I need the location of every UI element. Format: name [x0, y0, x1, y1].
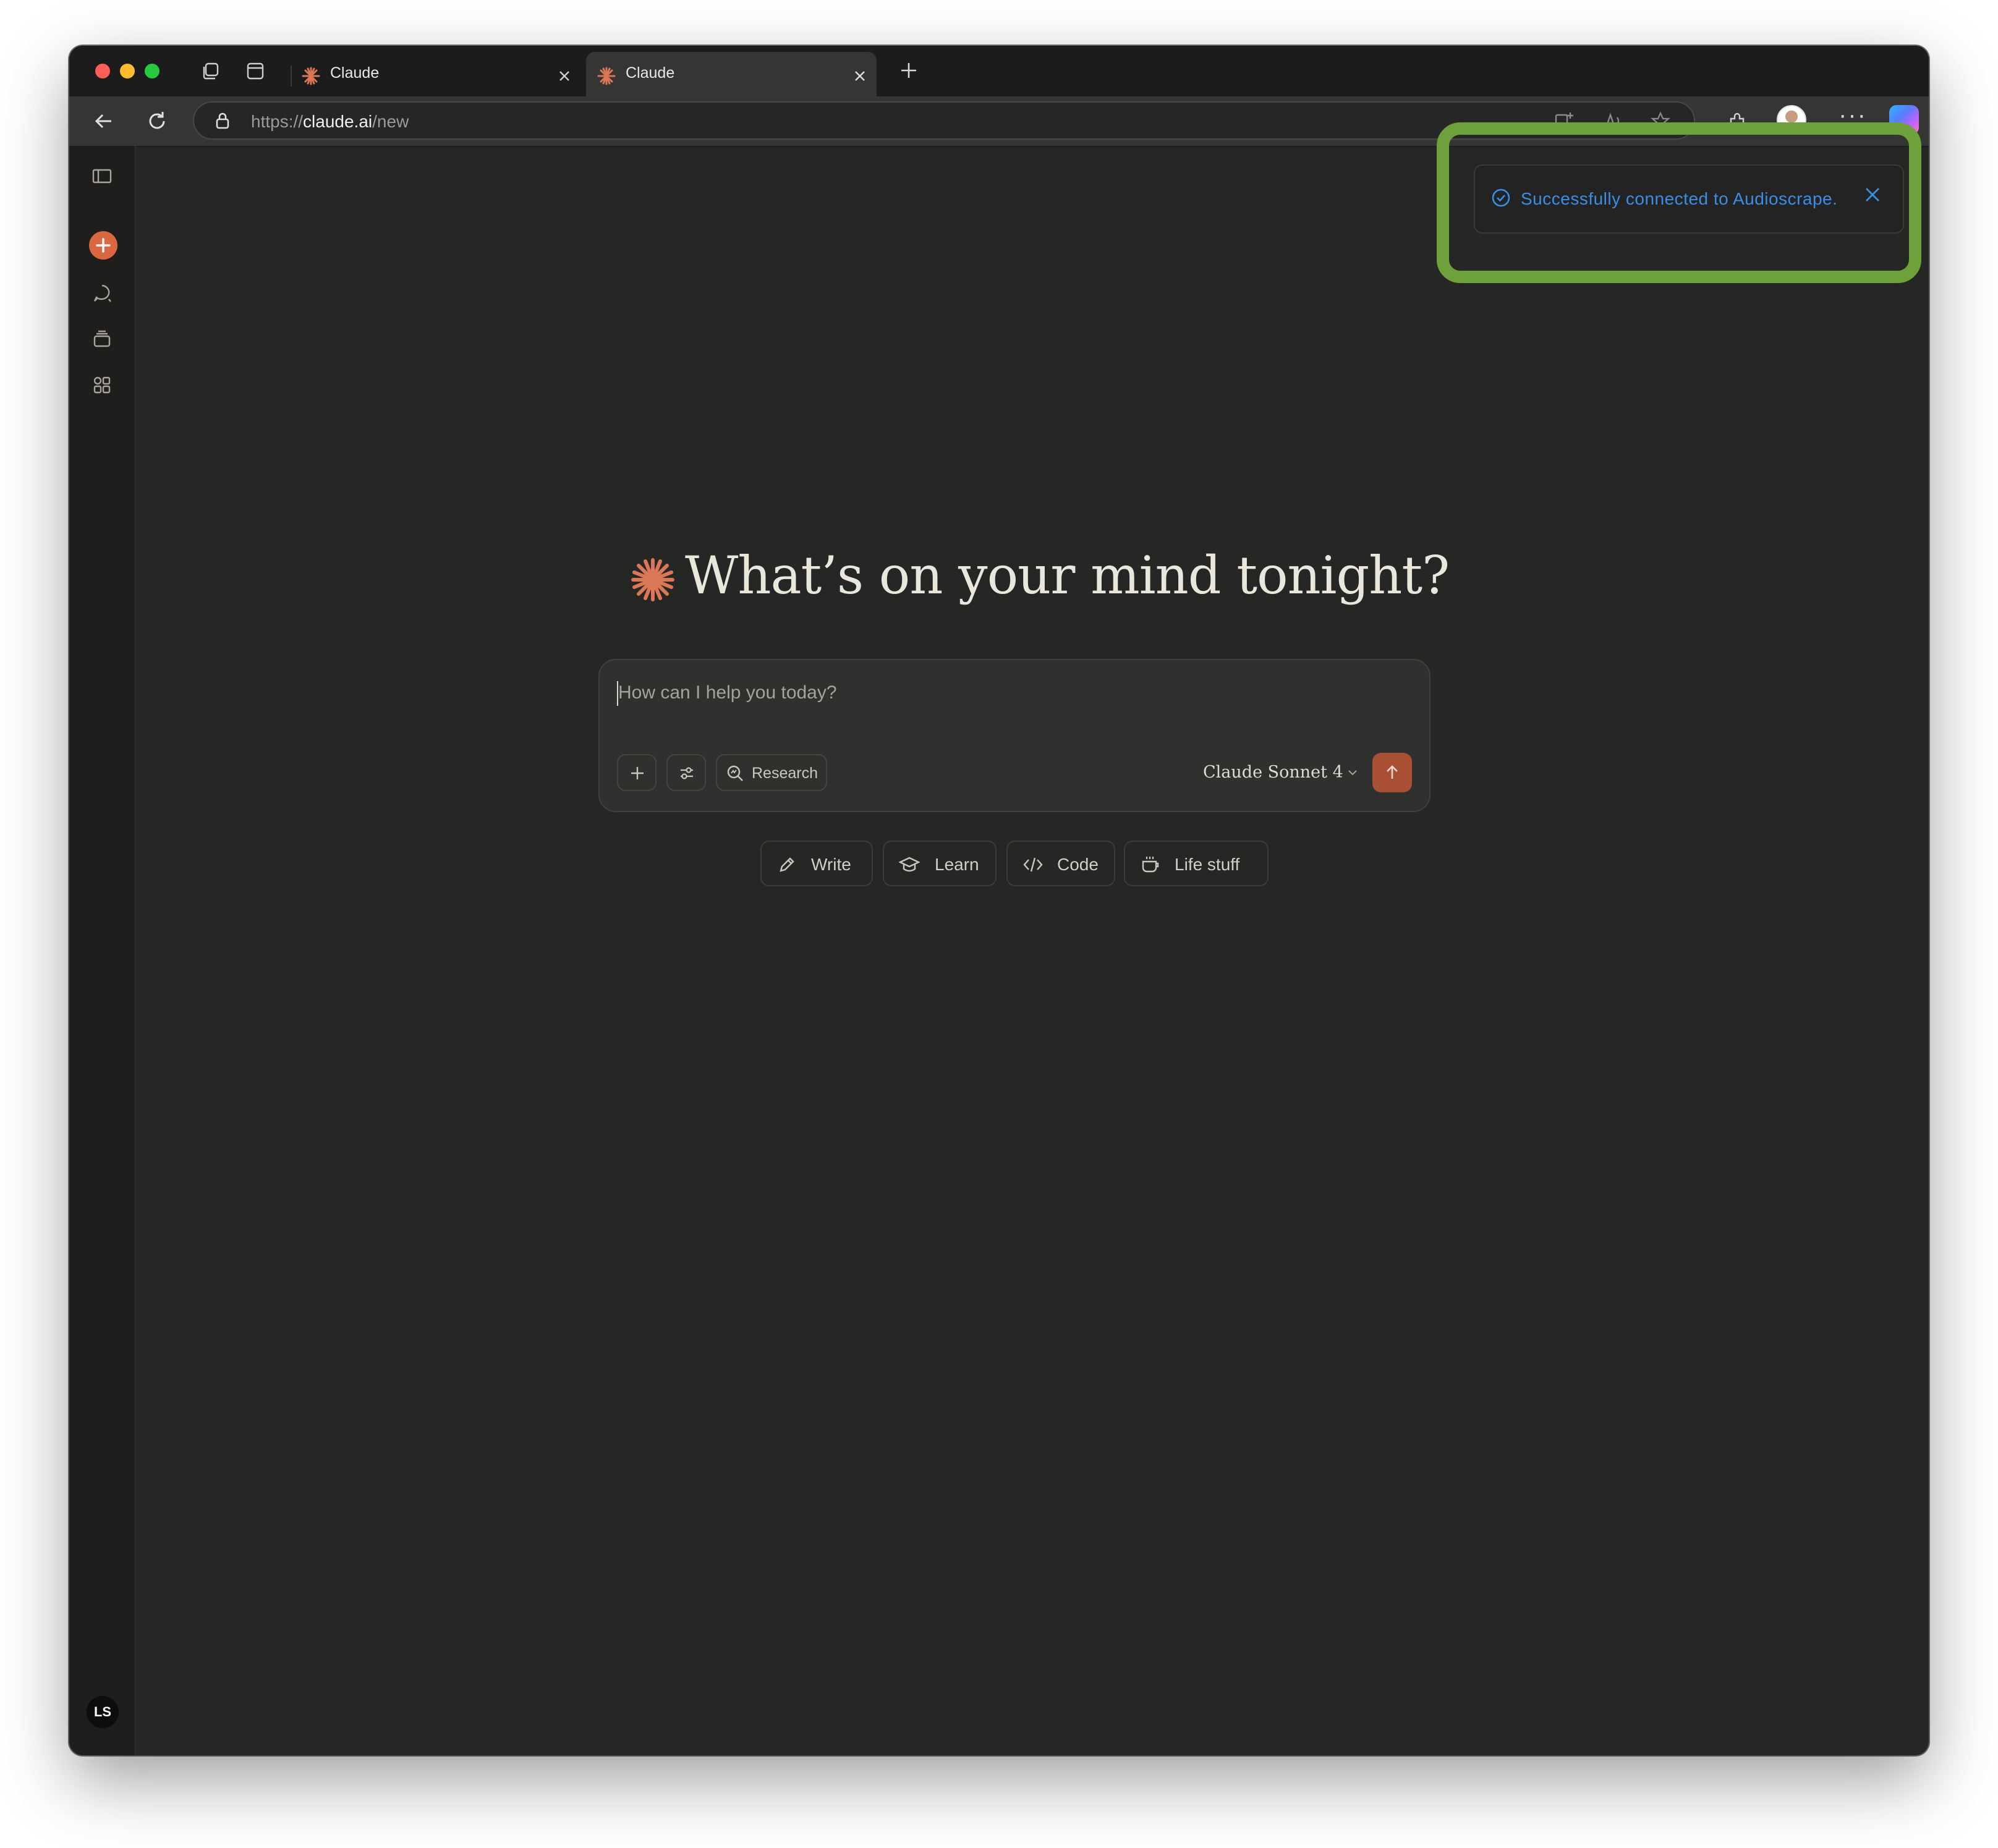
tab-claude-1[interactable]: Claude — [291, 52, 581, 96]
plus-icon — [631, 767, 644, 779]
new-chat-button[interactable] — [89, 231, 117, 260]
coffee-cup-icon — [1142, 857, 1159, 873]
minimize-window-button[interactable] — [120, 64, 135, 78]
claude-logo-icon — [631, 558, 674, 601]
sidebar: LS — [69, 146, 136, 1755]
url-path: /new — [372, 112, 409, 131]
back-arrow-icon[interactable] — [91, 109, 116, 134]
tab-actions-icon[interactable] — [245, 61, 266, 82]
sidebar-toggle-icon[interactable] — [91, 166, 113, 187]
lock-icon[interactable] — [213, 111, 232, 130]
tab-claude-2[interactable]: Claude — [586, 52, 877, 96]
chip-write[interactable]: Write — [760, 841, 873, 886]
tab-title: Claude — [626, 64, 675, 82]
reload-icon[interactable] — [145, 109, 169, 134]
claude-favicon-icon — [302, 67, 320, 85]
chevron-down-icon[interactable] — [1346, 766, 1359, 779]
user-avatar[interactable]: LS — [87, 1696, 119, 1728]
url-text: https://claude.ai/new — [251, 112, 409, 132]
research-button[interactable]: Research — [716, 754, 827, 791]
chip-label: Learn — [935, 855, 979, 874]
arrow-up-icon — [1387, 765, 1398, 779]
plus-icon — [96, 238, 111, 253]
research-label: Research — [752, 765, 818, 782]
graduation-cap-icon — [899, 857, 920, 872]
highlight-outline — [1437, 122, 1921, 283]
sliders-icon — [681, 767, 693, 779]
browser-window: Claude Claude https://claude.ai/new ··· … — [69, 46, 1929, 1755]
tab-close-icon[interactable] — [556, 68, 572, 84]
chip-code[interactable]: Code — [1006, 841, 1115, 886]
code-icon — [1023, 857, 1043, 872]
research-icon — [727, 765, 743, 781]
add-content-button[interactable] — [617, 754, 657, 791]
message-composer[interactable]: How can I help you today? Research Claud… — [598, 659, 1430, 812]
chip-label: Write — [811, 855, 851, 874]
artifacts-icon[interactable] — [91, 375, 113, 396]
chats-icon[interactable] — [91, 283, 113, 304]
close-window-button[interactable] — [95, 64, 110, 78]
workspaces-icon[interactable] — [200, 61, 221, 82]
zoom-window-button[interactable] — [145, 64, 159, 78]
chip-learn[interactable]: Learn — [883, 841, 997, 886]
chip-label: Code — [1057, 855, 1099, 874]
claude-favicon-icon — [597, 67, 616, 85]
chip-life-stuff[interactable]: Life stuff — [1124, 841, 1269, 886]
message-input-placeholder[interactable]: How can I help you today? — [618, 682, 837, 703]
tab-strip: Claude Claude — [69, 46, 1929, 96]
pencil-icon — [780, 857, 794, 872]
tab-separator — [291, 66, 292, 87]
new-tab-icon[interactable] — [898, 59, 920, 82]
tools-button[interactable] — [666, 754, 706, 791]
url-host: claude.ai — [303, 112, 373, 131]
chip-label: Life stuff — [1175, 855, 1240, 874]
tab-close-icon[interactable] — [852, 68, 868, 84]
model-selector[interactable]: Claude Sonnet 4 — [1203, 763, 1343, 782]
tab-title: Claude — [330, 64, 380, 82]
send-button[interactable] — [1372, 753, 1412, 792]
url-scheme: https:// — [251, 112, 304, 131]
greeting-text: What’s on your mind tonight? — [685, 545, 1450, 606]
projects-icon[interactable] — [91, 329, 113, 350]
